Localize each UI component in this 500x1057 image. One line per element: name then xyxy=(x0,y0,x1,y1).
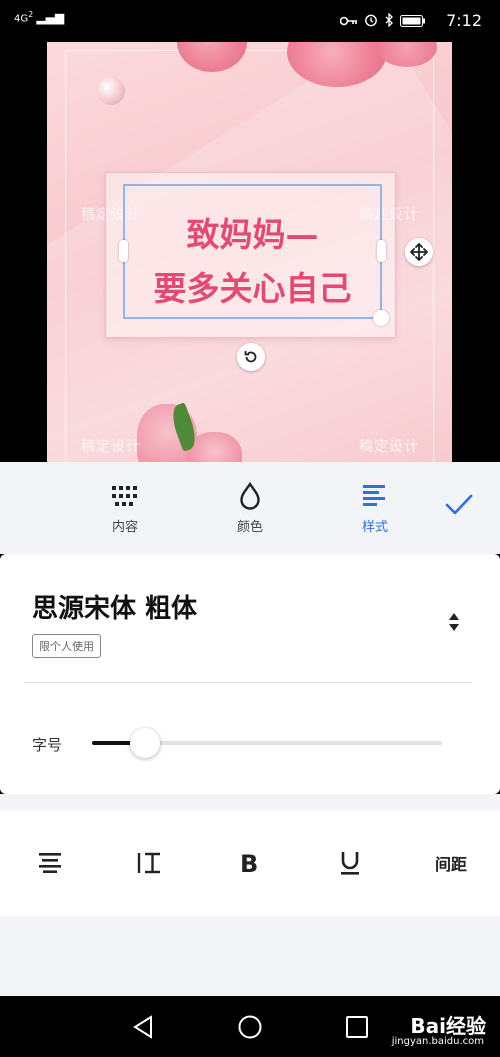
design-canvas[interactable]: 稿定设计 稿定设计 稿定设计 稿定设计 致妈妈— 要多关心自己 xyxy=(47,42,452,462)
rotate-icon xyxy=(244,351,257,363)
back-triangle-icon xyxy=(133,1015,152,1039)
watermark: 稿定设计 xyxy=(359,439,419,455)
status-bar: 4G2 ▂▄▆ 7:12 xyxy=(0,0,500,42)
resize-handle-left[interactable] xyxy=(119,240,128,262)
svg-text:B: B xyxy=(240,851,258,875)
baidu-jingyan-url: jingyan.baidu.com xyxy=(391,1036,484,1047)
font-name[interactable]: 思源宋体 粗体 xyxy=(32,588,197,625)
align-center-icon xyxy=(39,853,61,873)
tab-content-label: 内容 xyxy=(111,520,138,535)
license-badge: 限个人使用 xyxy=(32,634,101,658)
back-button[interactable] xyxy=(130,1014,156,1040)
resize-handle-corner[interactable] xyxy=(373,310,389,326)
text-align-left-icon xyxy=(363,485,385,506)
recents-square-icon xyxy=(346,1016,368,1038)
sort-arrows-icon xyxy=(449,613,459,631)
status-icons xyxy=(339,12,426,31)
spacing-button[interactable]: 间距 xyxy=(428,846,474,880)
align-center-button[interactable] xyxy=(36,846,64,880)
clock: 7:12 xyxy=(446,11,482,30)
text-line-1[interactable]: 致妈妈— xyxy=(123,208,382,256)
underline-icon xyxy=(341,852,359,875)
tab-content[interactable]: 内容 xyxy=(90,478,160,535)
recents-button[interactable] xyxy=(344,1014,370,1040)
resize-handle-right[interactable] xyxy=(377,240,386,262)
divider xyxy=(24,682,472,683)
baidu-jingyan-logo: Bai经验 xyxy=(410,1014,486,1038)
move-icon xyxy=(410,243,428,261)
section-gap xyxy=(0,794,500,810)
underline-button[interactable] xyxy=(336,846,364,880)
move-button[interactable] xyxy=(405,238,433,266)
key-icon xyxy=(339,12,358,31)
battery-icon xyxy=(400,12,426,31)
check-icon xyxy=(445,494,473,515)
droplet-icon xyxy=(240,482,260,510)
tab-style[interactable]: 样式 xyxy=(340,478,410,535)
bold-icon: B xyxy=(240,851,258,875)
network-indicator: 4G2 ▂▄▆ xyxy=(14,10,65,25)
font-size-label: 字号 xyxy=(32,736,63,754)
rotate-button[interactable] xyxy=(237,343,265,371)
home-button[interactable] xyxy=(237,1014,263,1040)
bluetooth-icon xyxy=(384,12,394,31)
edit-toolbar: 内容 颜色 样式 xyxy=(0,462,500,554)
pearl xyxy=(97,77,125,105)
alarm-icon xyxy=(364,12,378,31)
confirm-button[interactable] xyxy=(444,490,474,520)
grid-dots-icon xyxy=(112,486,137,506)
home-circle-icon xyxy=(238,1015,262,1039)
tab-color[interactable]: 颜色 xyxy=(215,478,285,535)
style-options-row: B 间距 xyxy=(0,810,500,916)
bottom-area xyxy=(0,916,500,996)
bold-button[interactable]: B xyxy=(236,846,264,880)
slider-thumb[interactable] xyxy=(129,728,160,758)
tab-color-label: 颜色 xyxy=(236,520,263,535)
tab-style-label: 样式 xyxy=(361,520,388,535)
font-panel: 思源宋体 粗体 限个人使用 字号 xyxy=(0,554,500,794)
system-nav-bar: Bai经验 jingyan.baidu.com xyxy=(0,996,500,1057)
font-picker-toggle[interactable] xyxy=(448,612,460,632)
watermark: 稿定设计 xyxy=(81,439,141,455)
text-line-2[interactable]: 要多关心自己 xyxy=(123,262,382,310)
vertical-text-button[interactable] xyxy=(134,846,166,880)
vertical-text-icon xyxy=(137,852,160,874)
